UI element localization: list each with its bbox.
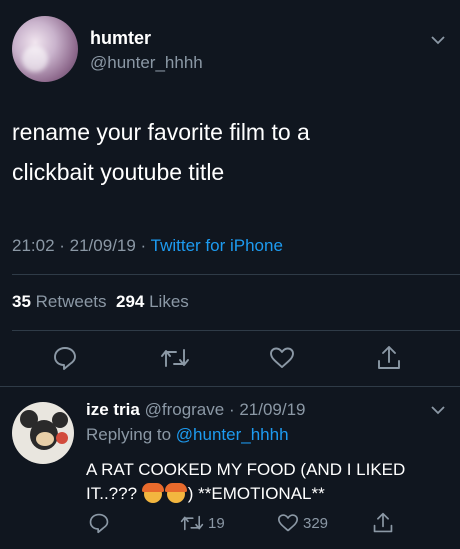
- retweet-icon: [180, 515, 204, 531]
- reply-button[interactable]: [52, 345, 78, 371]
- tweet-text-line: rename your favorite film to a: [12, 119, 310, 145]
- engagement-stats: 35 Retweets 294 Likes: [12, 292, 189, 312]
- tweet-actions: [0, 343, 460, 373]
- divider: [0, 386, 460, 387]
- reply-text-part: ) **EMOTIONAL**: [187, 484, 325, 503]
- retweet-icon: [161, 349, 189, 367]
- reply-text: A RAT COOKED MY FOOD (AND I LIKED IT..??…: [86, 458, 446, 506]
- share-icon: [378, 346, 400, 369]
- like-count: 329: [303, 514, 329, 532]
- reply-handle-date[interactable]: @frograve · 21/09/19: [145, 400, 306, 419]
- tweet-text-line: clickbait youtube title: [12, 159, 225, 185]
- likes-count[interactable]: 294: [116, 292, 144, 311]
- retweets-count[interactable]: 35: [12, 292, 31, 311]
- tweet-metadata: 21:02 · 21/09/19 · Twitter for iPhone: [12, 236, 283, 256]
- share-icon: [373, 512, 393, 533]
- source-link[interactable]: Twitter for iPhone: [151, 236, 283, 255]
- divider: [12, 330, 460, 331]
- share-button[interactable]: [372, 511, 394, 535]
- share-button[interactable]: [376, 344, 402, 372]
- display-name[interactable]: humter: [90, 28, 151, 49]
- retweet-button[interactable]: [160, 346, 190, 370]
- retweet-button[interactable]: 19: [180, 513, 225, 533]
- chevron-down-icon[interactable]: [430, 34, 446, 46]
- likes-label[interactable]: Likes: [149, 292, 189, 311]
- reply-icon: [54, 347, 76, 370]
- user-handle[interactable]: @hunter_hhhh: [90, 53, 203, 73]
- reply-actions: 19 329: [0, 512, 460, 536]
- heart-icon: [278, 514, 298, 532]
- tweet-text: rename your favorite film to a clickbait…: [12, 112, 432, 192]
- reply-avatar[interactable]: [12, 402, 74, 464]
- like-button[interactable]: 329: [277, 513, 328, 533]
- replying-label: Replying to: [86, 425, 172, 444]
- heart-icon: [270, 347, 294, 368]
- replying-to: Replying to @hunter_hhhh: [86, 425, 289, 445]
- reply-icon: [89, 513, 109, 534]
- reply-display-name[interactable]: ize tria: [86, 400, 140, 419]
- like-button[interactable]: [269, 346, 295, 370]
- retweets-label[interactable]: Retweets: [36, 292, 107, 311]
- chevron-down-icon[interactable]: [430, 404, 446, 416]
- timestamp: 21:02 · 21/09/19 ·: [12, 236, 151, 255]
- replying-handle-link[interactable]: @hunter_hhhh: [176, 425, 289, 444]
- avatar[interactable]: [12, 16, 78, 82]
- reply-button[interactable]: [88, 512, 110, 534]
- retweet-count: 19: [208, 514, 225, 532]
- divider: [12, 274, 460, 275]
- exploding-head-emoji: [164, 483, 187, 503]
- exploding-head-emoji: [141, 483, 164, 503]
- reply-header: ize tria @frograve · 21/09/19: [86, 400, 306, 420]
